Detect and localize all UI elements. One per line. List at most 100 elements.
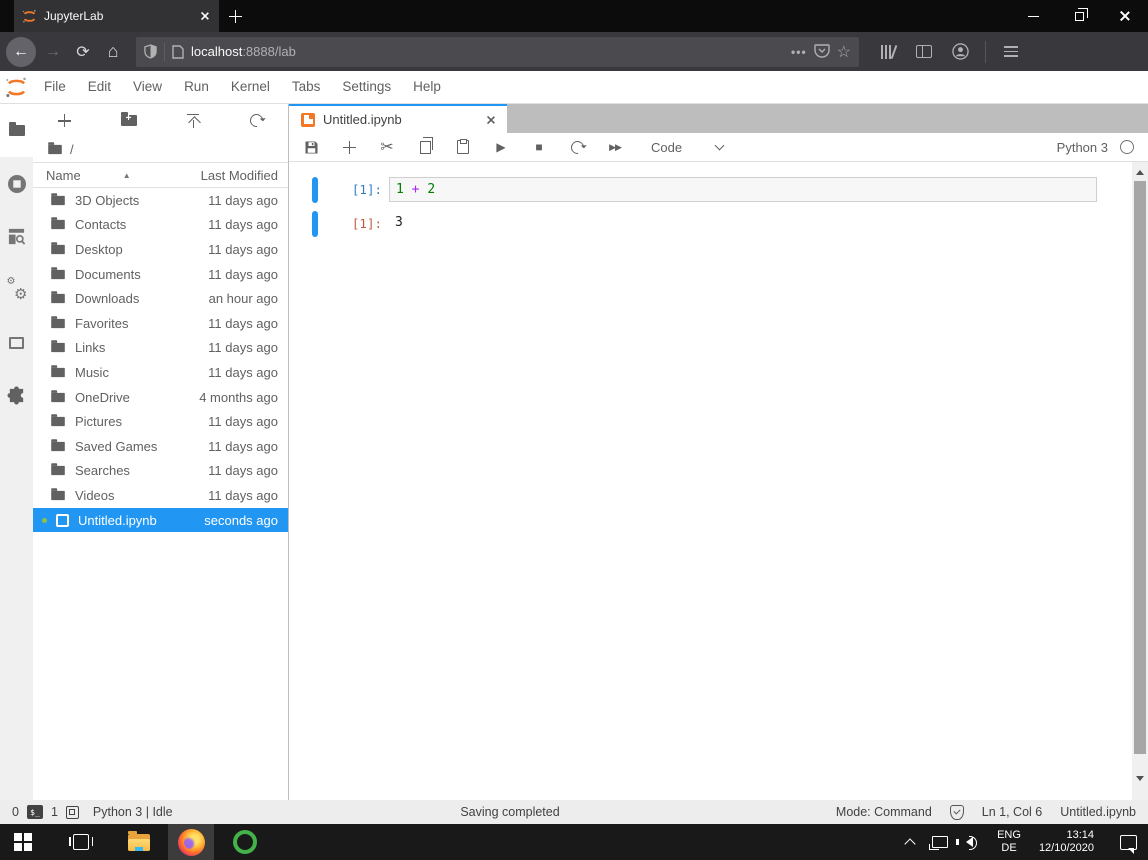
file-row[interactable]: Searches11 days ago [33, 459, 288, 484]
refresh-icon[interactable] [247, 111, 265, 129]
clock[interactable]: 13:14 12/10/2020 [1032, 824, 1101, 860]
breadcrumb[interactable]: / [33, 137, 288, 163]
menu-view[interactable]: View [122, 71, 173, 103]
pocket-icon[interactable] [814, 44, 830, 59]
action-center-button[interactable] [1113, 824, 1144, 860]
bookmark-star-icon[interactable]: ☆ [837, 42, 851, 62]
menu-edit[interactable]: Edit [77, 71, 122, 103]
menu-settings[interactable]: Settings [331, 71, 402, 103]
account-icon[interactable] [945, 37, 975, 67]
language-indicator[interactable]: ENG DE [990, 824, 1028, 860]
kernel-status-text[interactable]: Python 3 | Idle [93, 805, 173, 819]
menu-help[interactable]: Help [402, 71, 452, 103]
code-editor[interactable]: 1 + 2 [389, 177, 1097, 202]
cell-type-dropdown[interactable]: Code [651, 140, 723, 155]
task-view-button[interactable] [58, 824, 104, 860]
url-text[interactable]: localhost:8888/lab [191, 44, 784, 59]
network-icon[interactable] [925, 824, 955, 860]
tracking-shield-icon[interactable] [144, 44, 157, 59]
scrollbar[interactable] [1132, 162, 1148, 800]
notebook-content[interactable]: [1]: 1 + 2 [1]: 3 [289, 162, 1148, 800]
upload-icon[interactable] [186, 114, 200, 128]
command-mode-indicator[interactable]: Mode: Command [836, 805, 932, 819]
breadcrumb-root[interactable]: / [70, 142, 74, 157]
restart-kernel-button[interactable] [569, 141, 585, 154]
file-row[interactable]: Favorites11 days ago [33, 311, 288, 336]
output-area[interactable]: [1]: 3 [289, 211, 1132, 237]
volume-icon[interactable] [959, 824, 986, 860]
back-button[interactable]: ← [6, 37, 36, 67]
close-window-button[interactable] [1102, 0, 1148, 32]
sort-ascending-icon[interactable]: ▲ [123, 171, 131, 180]
file-row[interactable]: Links11 days ago [33, 336, 288, 361]
file-row[interactable]: OneDrive4 months ago [33, 385, 288, 410]
kernel-chip-icon[interactable] [66, 806, 79, 819]
file-row[interactable]: Pictures11 days ago [33, 409, 288, 434]
firefox-button[interactable] [168, 824, 214, 860]
scroll-up-icon[interactable] [1132, 164, 1148, 180]
cursor-position[interactable]: Ln 1, Col 6 [982, 805, 1042, 819]
menu-tabs[interactable]: Tabs [281, 71, 332, 103]
new-launcher-icon[interactable] [58, 114, 71, 127]
kernel-name[interactable]: Python 3 [1057, 140, 1108, 155]
menu-hamburger-icon[interactable] [996, 37, 1026, 67]
cut-cells-button[interactable]: ✂ [379, 137, 395, 157]
page-icon[interactable] [172, 45, 184, 59]
new-tab-button[interactable] [219, 0, 251, 32]
sidebar-item-open-tabs[interactable] [0, 316, 33, 369]
reload-button[interactable]: ⟳ [68, 37, 98, 67]
column-name[interactable]: Name [46, 168, 81, 183]
trust-shield-icon[interactable] [950, 805, 964, 820]
start-button[interactable] [0, 824, 46, 860]
forward-button[interactable]: → [38, 37, 68, 67]
file-row[interactable]: Contacts11 days ago [33, 213, 288, 238]
file-row-selected[interactable]: Untitled.ipynb seconds ago [33, 508, 288, 533]
column-last-modified[interactable]: Last Modified [201, 168, 278, 183]
terminals-count[interactable]: 0 [12, 805, 19, 819]
new-folder-icon[interactable] [121, 115, 137, 126]
code-cell[interactable]: [1]: 1 + 2 [289, 177, 1132, 203]
file-row[interactable]: Downloadsan hour ago [33, 286, 288, 311]
menu-run[interactable]: Run [173, 71, 220, 103]
file-explorer-button[interactable] [116, 824, 162, 860]
home-folder-icon[interactable] [48, 145, 62, 154]
menu-kernel[interactable]: Kernel [220, 71, 281, 103]
close-tab-icon[interactable] [486, 115, 496, 125]
interrupt-kernel-button[interactable]: ■ [531, 140, 547, 154]
terminal-icon[interactable]: $_ [27, 805, 43, 819]
sidebar-item-running[interactable] [0, 157, 33, 210]
library-icon[interactable] [873, 37, 903, 67]
minimize-button[interactable] [1010, 0, 1056, 32]
browser-tab-jupyterlab[interactable]: JupyterLab [14, 0, 219, 32]
file-row[interactable]: Music11 days ago [33, 360, 288, 385]
scrollbar-thumb[interactable] [1134, 181, 1146, 754]
scroll-down-icon[interactable] [1132, 770, 1148, 786]
run-cell-button[interactable]: ▶ [493, 140, 509, 154]
home-button[interactable]: ⌂ [98, 37, 128, 67]
page-actions-icon[interactable]: ••• [791, 45, 807, 59]
sidebars-icon[interactable] [909, 37, 939, 67]
kernels-count[interactable]: 1 [51, 805, 58, 819]
restart-run-all-button[interactable]: ▶▶ [607, 142, 623, 153]
menu-file[interactable]: File [33, 71, 77, 103]
sidebar-item-commands[interactable] [0, 210, 33, 263]
restore-button[interactable] [1056, 0, 1102, 32]
green-ring-app-button[interactable] [222, 824, 268, 860]
sidebar-item-extensions[interactable] [0, 369, 33, 422]
copy-cells-button[interactable] [417, 141, 433, 154]
file-row[interactable]: Saved Games11 days ago [33, 434, 288, 459]
file-row[interactable]: Documents11 days ago [33, 262, 288, 287]
paste-cells-button[interactable] [455, 140, 471, 154]
insert-cell-button[interactable] [341, 141, 357, 154]
file-row[interactable]: 3D Objects11 days ago [33, 188, 288, 213]
kernel-status-icon[interactable] [1120, 140, 1134, 154]
sidebar-item-filebrowser[interactable] [0, 104, 33, 157]
url-bar[interactable]: localhost:8888/lab ••• ☆ [136, 37, 859, 67]
file-row[interactable]: Videos11 days ago [33, 483, 288, 508]
file-row[interactable]: Desktop11 days ago [33, 237, 288, 262]
sidebar-item-inspector[interactable]: ⚙⚙ [0, 263, 33, 316]
tab-untitled-ipynb[interactable]: Untitled.ipynb [289, 104, 507, 133]
tray-chevron-up-icon[interactable] [899, 824, 921, 860]
close-tab-icon[interactable] [200, 11, 210, 21]
save-button[interactable] [303, 140, 319, 155]
